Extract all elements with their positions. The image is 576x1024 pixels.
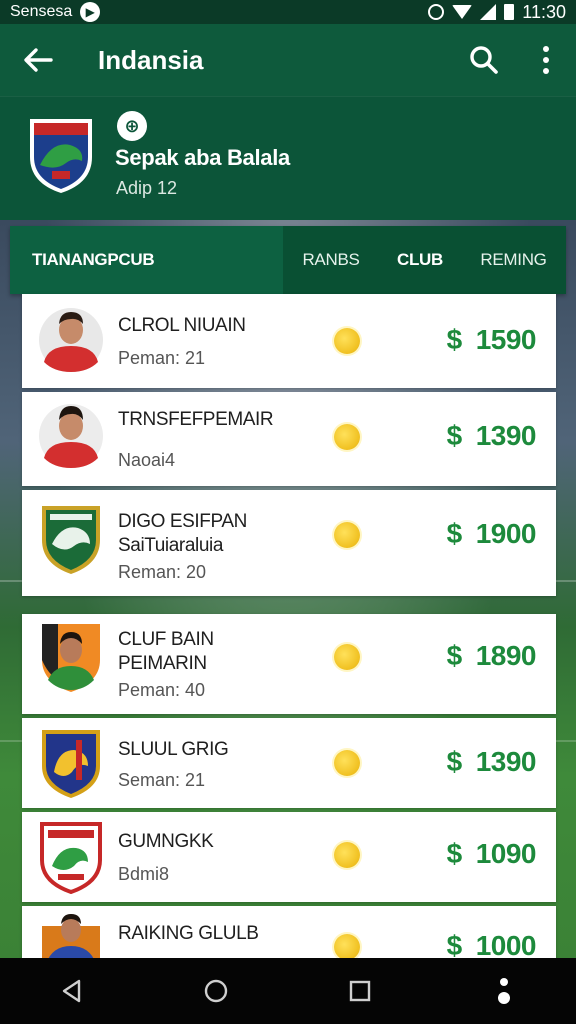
item-sub: Reman: 20 [118, 562, 207, 582]
battery-icon [504, 4, 515, 20]
item-price: $1090 [446, 838, 537, 869]
nav-recents-button[interactable] [330, 961, 390, 1021]
league-name: Sepak aba Balala [115, 145, 290, 170]
item-name: CLROL NIUAIN [118, 315, 246, 336]
tab-bar: TIANANGPCUB RANBS CLUB REMING [10, 226, 566, 294]
triangle-back-icon [62, 979, 81, 1003]
player-avatar-icon [39, 404, 103, 468]
nav-more-button[interactable] [474, 961, 534, 1021]
league-subtitle: Adip 12 [116, 178, 178, 198]
club-crest-icon [42, 730, 100, 798]
coin-icon [334, 424, 360, 450]
league-header: ⊕ Sepak aba Balala Adip 12 [0, 96, 576, 220]
search-button[interactable] [452, 24, 516, 96]
overflow-menu-button[interactable] [516, 24, 576, 96]
player-crest-icon [42, 624, 100, 692]
list-item[interactable]: GUMNGKK Bdmi8 $1090 [22, 812, 556, 902]
item-sub: Bdmi8 [118, 864, 170, 884]
carrier-text: Sensesa [10, 3, 73, 20]
item-sub: Naoai4 [118, 450, 176, 470]
item-price: $1900 [446, 518, 537, 549]
item-price: $1390 [446, 746, 537, 777]
verified-badge-icon: ⊕ [117, 111, 147, 141]
list-item[interactable]: TRNSFEFPEMAIR Naoai4 $1390 [22, 392, 556, 486]
signal-icon [480, 4, 497, 20]
alarm-icon [428, 4, 445, 20]
item-name: DIGO ESIFPAN SaiTuiaraluia [118, 511, 247, 556]
list-item[interactable]: CLUF BAIN PEIMARIN Peman: 40 $1890 [22, 614, 556, 714]
item-price: $1890 [446, 640, 537, 671]
dots-vertical-icon [498, 978, 510, 1004]
back-button[interactable] [0, 24, 76, 96]
tab-reming[interactable]: REMING [461, 226, 566, 294]
list-item[interactable]: DIGO ESIFPAN SaiTuiaraluia Reman: 20 $19… [22, 490, 556, 596]
nav-home-button[interactable] [186, 961, 246, 1021]
coin-icon [334, 750, 360, 776]
coin-icon [334, 522, 360, 548]
nav-back-button[interactable] [42, 961, 102, 1021]
tab-training[interactable]: TIANANGPCUB [10, 226, 283, 294]
notification-app-icon: ▶ [80, 2, 101, 22]
club-crest-icon [40, 822, 102, 894]
coin-icon [334, 328, 360, 354]
item-price: $1590 [446, 324, 537, 355]
tab-ranks[interactable]: RANBS [283, 226, 379, 294]
tab-club[interactable]: CLUB [379, 226, 461, 294]
square-recents-icon [349, 980, 371, 1002]
item-name: TRNSFEFPEMAIR [118, 409, 274, 430]
item-price: $1390 [446, 420, 537, 451]
app-title: Indansia [98, 44, 204, 75]
arrow-left-icon [24, 48, 53, 72]
status-bar: Sensesa ▶ 11:30 [0, 0, 576, 24]
player-avatar-icon [39, 308, 103, 372]
item-sub: Seman: 21 [118, 770, 206, 790]
item-name: CLUF BAIN PEIMARIN [118, 629, 214, 674]
club-crest-icon [42, 506, 100, 574]
search-icon [470, 46, 498, 74]
coin-icon [334, 842, 360, 868]
status-time: 11:30 [522, 1, 566, 22]
coin-icon [334, 934, 360, 960]
list-item[interactable]: SLUUL GRIG Seman: 21 $1390 [22, 718, 556, 808]
item-name: RAIKING GLULB [118, 923, 259, 944]
system-nav-bar [0, 958, 576, 1024]
item-sub: Peman: 21 [118, 348, 206, 368]
item-name: GUMNGKK [118, 831, 214, 852]
item-name: SLUUL GRIG [118, 739, 229, 760]
circle-home-icon [204, 979, 228, 1003]
list-item[interactable]: CLROL NIUAIN Peman: 21 $1590 [22, 294, 556, 388]
wifi-icon [452, 5, 473, 19]
coin-icon [334, 644, 360, 670]
app-bar: Indansia [0, 24, 576, 96]
item-sub: Peman: 40 [118, 680, 206, 700]
league-crest-icon [30, 119, 92, 193]
